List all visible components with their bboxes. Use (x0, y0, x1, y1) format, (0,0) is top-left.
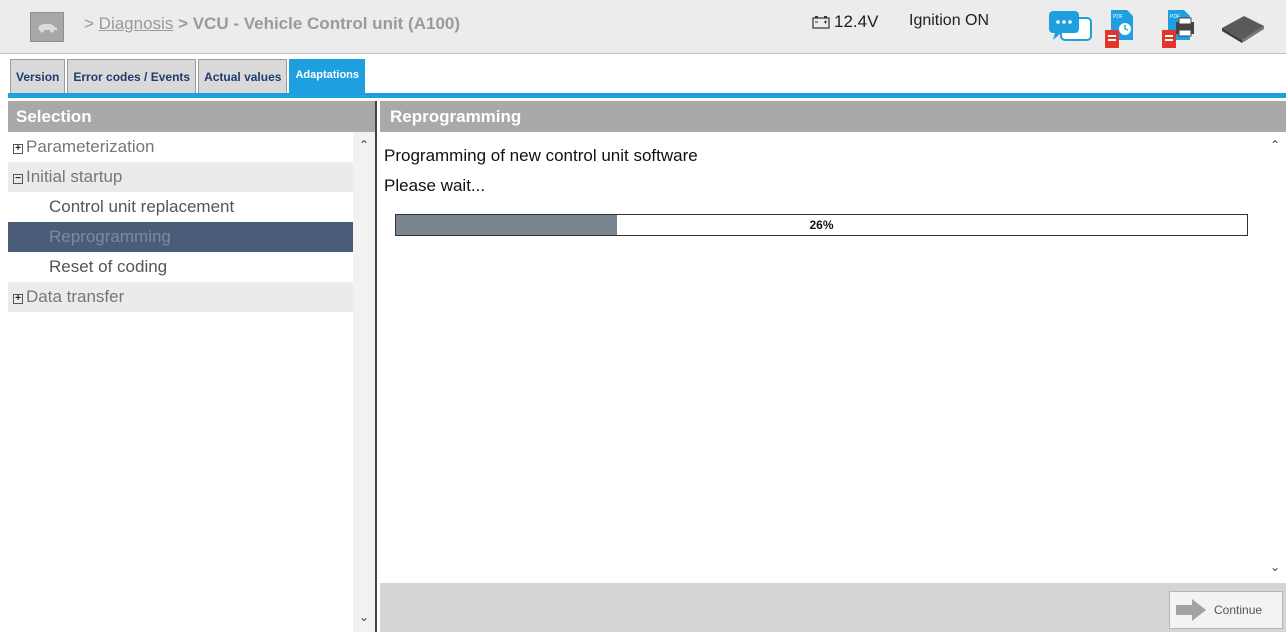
chat-icon (1049, 11, 1092, 41)
pdf-history-button[interactable]: PDF (1103, 8, 1137, 55)
tree-item-reprogramming[interactable]: Reprogramming (8, 222, 353, 252)
selection-scrollbar[interactable]: ⌃ ⌄ (353, 132, 375, 632)
reprogramming-panel: Reprogramming Programming of new control… (380, 101, 1286, 632)
content-scrollbar[interactable]: ⌃ ⌄ (1264, 132, 1286, 582)
progress-percent: 26% (809, 218, 834, 232)
car-icon (38, 24, 57, 33)
reprogramming-title: Reprogramming (380, 101, 1286, 132)
tree-item-initial-startup[interactable]: − Initial startup (8, 162, 353, 192)
status-messages: Programming of new control unit software… (384, 141, 698, 201)
arrow-right-icon (1176, 599, 1206, 621)
scroll-up-icon[interactable]: ⌃ (1264, 138, 1286, 152)
status-line-wait: Please wait... (384, 176, 486, 195)
tab-underline (8, 93, 1286, 98)
tree-item-label: Parameterization (26, 137, 155, 156)
status-line-programming: Programming of new control unit software (384, 146, 698, 165)
progress-bar: 26% (395, 214, 1248, 236)
tab-version[interactable]: Version (10, 59, 66, 93)
ignition-status: Ignition ON (909, 12, 990, 29)
tab-actual-values[interactable]: Actual values (198, 59, 288, 93)
collapse-icon[interactable]: − (13, 173, 23, 184)
header-bar: > Diagnosis > VCU - Vehicle Control unit… (0, 0, 1286, 54)
tree-item-reset-of-coding[interactable]: Reset of coding (8, 252, 353, 282)
breadcrumb-link-diagnosis[interactable]: Diagnosis (99, 14, 174, 33)
tab-adaptations[interactable]: Adaptations (289, 59, 366, 93)
tree-item-label: Initial startup (26, 167, 123, 186)
pdf-clock-icon: PDF (1105, 10, 1133, 48)
selection-tree: + Parameterization − Initial startup Con… (8, 132, 353, 312)
breadcrumb-separator: > (84, 14, 94, 33)
tab-bar: Version Error codes / Events Actual valu… (0, 55, 1286, 97)
expand-icon[interactable]: + (13, 293, 23, 304)
scroll-down-icon[interactable]: ⌄ (353, 610, 375, 624)
tree-item-control-unit-replacement[interactable]: Control unit replacement (8, 192, 353, 222)
vehicle-home-button[interactable] (30, 12, 64, 42)
battery-voltage: 12.4V (812, 12, 878, 32)
pdf-printer-icon: PDF (1162, 10, 1194, 48)
tab-error-codes-events[interactable]: Error codes / Events (67, 59, 197, 93)
selection-panel: Selection + Parameterization − Initial s… (8, 101, 377, 632)
svg-text:PDF: PDF (1113, 14, 1123, 20)
book-icon (1222, 16, 1264, 43)
tree-item-label: Data transfer (26, 287, 125, 306)
action-footer: Continue (380, 583, 1286, 632)
chat-button[interactable] (1047, 8, 1093, 51)
manual-button[interactable] (1218, 12, 1266, 49)
continue-button[interactable]: Continue (1169, 591, 1283, 629)
selection-title: Selection (8, 101, 375, 132)
scroll-down-icon[interactable]: ⌄ (1264, 560, 1286, 574)
pdf-print-button[interactable]: PDF (1160, 8, 1196, 55)
continue-label: Continue (1214, 603, 1263, 617)
tree-item-data-transfer[interactable]: + Data transfer (8, 282, 353, 312)
scroll-up-icon[interactable]: ⌃ (353, 138, 375, 152)
expand-icon[interactable]: + (13, 143, 23, 154)
breadcrumb: > Diagnosis > VCU - Vehicle Control unit… (84, 14, 460, 34)
breadcrumb-current: > VCU - Vehicle Control unit (A100) (178, 14, 461, 33)
tree-item-parameterization[interactable]: + Parameterization (8, 132, 353, 162)
battery-icon (812, 16, 830, 29)
voltage-value: 12.4V (834, 12, 879, 31)
